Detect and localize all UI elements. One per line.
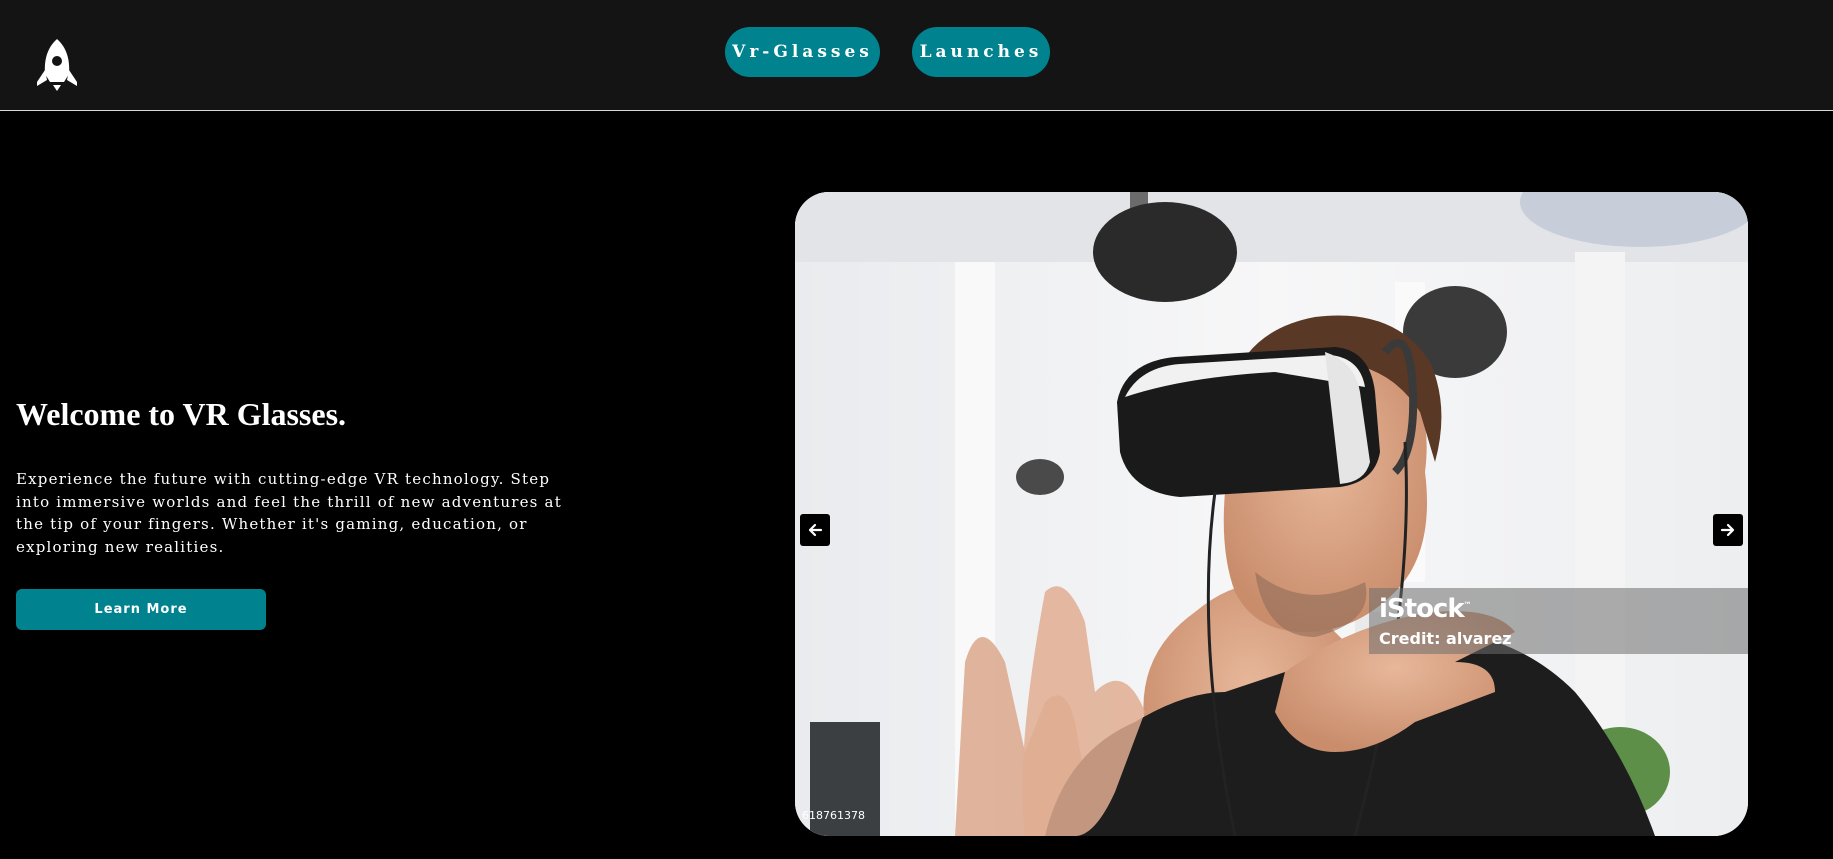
hero-description: Experience the future with cutting-edge … <box>16 470 562 556</box>
carousel-prev-button[interactable] <box>800 514 830 546</box>
photo-id: 618761378 <box>802 809 865 822</box>
navbar: Vr-Glasses Launches <box>0 0 1833 111</box>
learn-more-button[interactable]: Learn More <box>16 589 266 630</box>
watermark-credit: Credit: alvarez <box>1379 629 1512 648</box>
arrow-left-icon <box>808 523 823 537</box>
watermark-brand: iStock™ <box>1379 594 1472 624</box>
arrow-right-icon <box>1720 523 1735 537</box>
nav-launches-button[interactable]: Launches <box>912 27 1050 77</box>
carousel-next-button[interactable] <box>1713 514 1743 546</box>
image-carousel: iStock™ Credit: alvarez 618761378 <box>795 192 1748 836</box>
hero-title: Welcome to VR Glasses. <box>16 396 347 432</box>
nav-vr-glasses-button[interactable]: Vr-Glasses <box>725 27 880 77</box>
stock-watermark: iStock™ Credit: alvarez <box>1369 588 1748 654</box>
vr-headset-photo <box>795 192 1748 836</box>
rocket-icon[interactable] <box>36 38 78 92</box>
